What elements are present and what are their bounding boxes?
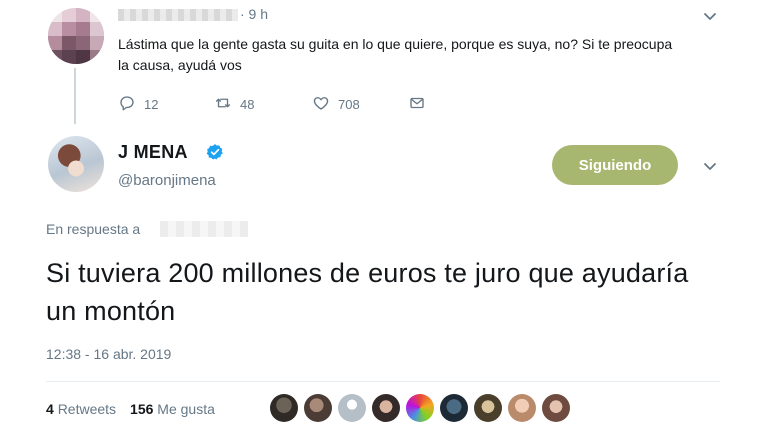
divider [46, 381, 720, 382]
likes-label: Me gusta [157, 401, 215, 417]
parent-author-name-blurred[interactable] [118, 9, 238, 21]
parent-tweet-time[interactable]: · 9 h [240, 6, 268, 22]
engagement-stats: 4 Retweets 156 Me gusta [46, 401, 215, 417]
tweet-text: Si tuviera 200 millones de euros te juro… [46, 258, 689, 326]
author-display-name[interactable]: J MENA [118, 142, 188, 163]
author-handle[interactable]: @baronjimena [118, 172, 216, 189]
retweet-count: 48 [240, 97, 255, 112]
liker-avatar[interactable] [338, 394, 366, 422]
dm-icon [408, 94, 426, 115]
reply-action[interactable]: 12 [118, 94, 158, 115]
retweets-stat[interactable]: 4 Retweets [46, 401, 116, 417]
liker-avatar[interactable] [542, 394, 570, 422]
reply-count: 12 [144, 97, 159, 112]
chevron-down-icon[interactable] [702, 8, 718, 29]
tweet-timestamp[interactable]: 12:38 - 16 abr. 2019 [46, 346, 171, 362]
liker-avatar[interactable] [474, 394, 502, 422]
following-button[interactable]: Siguiendo [552, 145, 678, 185]
verified-badge-icon [206, 143, 224, 161]
likes-stat[interactable]: 156 Me gusta [130, 401, 215, 417]
liker-avatar[interactable] [372, 394, 400, 422]
reply-icon [118, 94, 136, 115]
retweet-icon [214, 94, 232, 115]
reply-context-user-blurred[interactable] [160, 221, 248, 237]
retweet-count: 4 [46, 401, 54, 417]
like-action[interactable]: 708 [312, 94, 360, 115]
parent-tweet-text: Lástima que la gente gasta su guita en l… [118, 36, 673, 73]
like-icon [312, 94, 330, 115]
liker-avatar[interactable] [406, 394, 434, 422]
likers-avatars [270, 394, 570, 422]
liker-avatar[interactable] [508, 394, 536, 422]
retweets-label: Retweets [57, 401, 117, 417]
chevron-down-icon[interactable] [702, 158, 718, 179]
reply-context-label: En respuesta a [46, 221, 141, 237]
thread-connector [74, 68, 76, 124]
retweet-action[interactable]: 48 [214, 94, 254, 115]
author-avatar[interactable] [48, 136, 104, 192]
liker-avatar[interactable] [304, 394, 332, 422]
liker-avatar[interactable] [440, 394, 468, 422]
like-count: 156 [130, 401, 154, 417]
liker-avatar[interactable] [270, 394, 298, 422]
parent-avatar[interactable] [48, 8, 104, 64]
like-count: 708 [338, 97, 360, 112]
dm-action[interactable] [408, 94, 426, 115]
